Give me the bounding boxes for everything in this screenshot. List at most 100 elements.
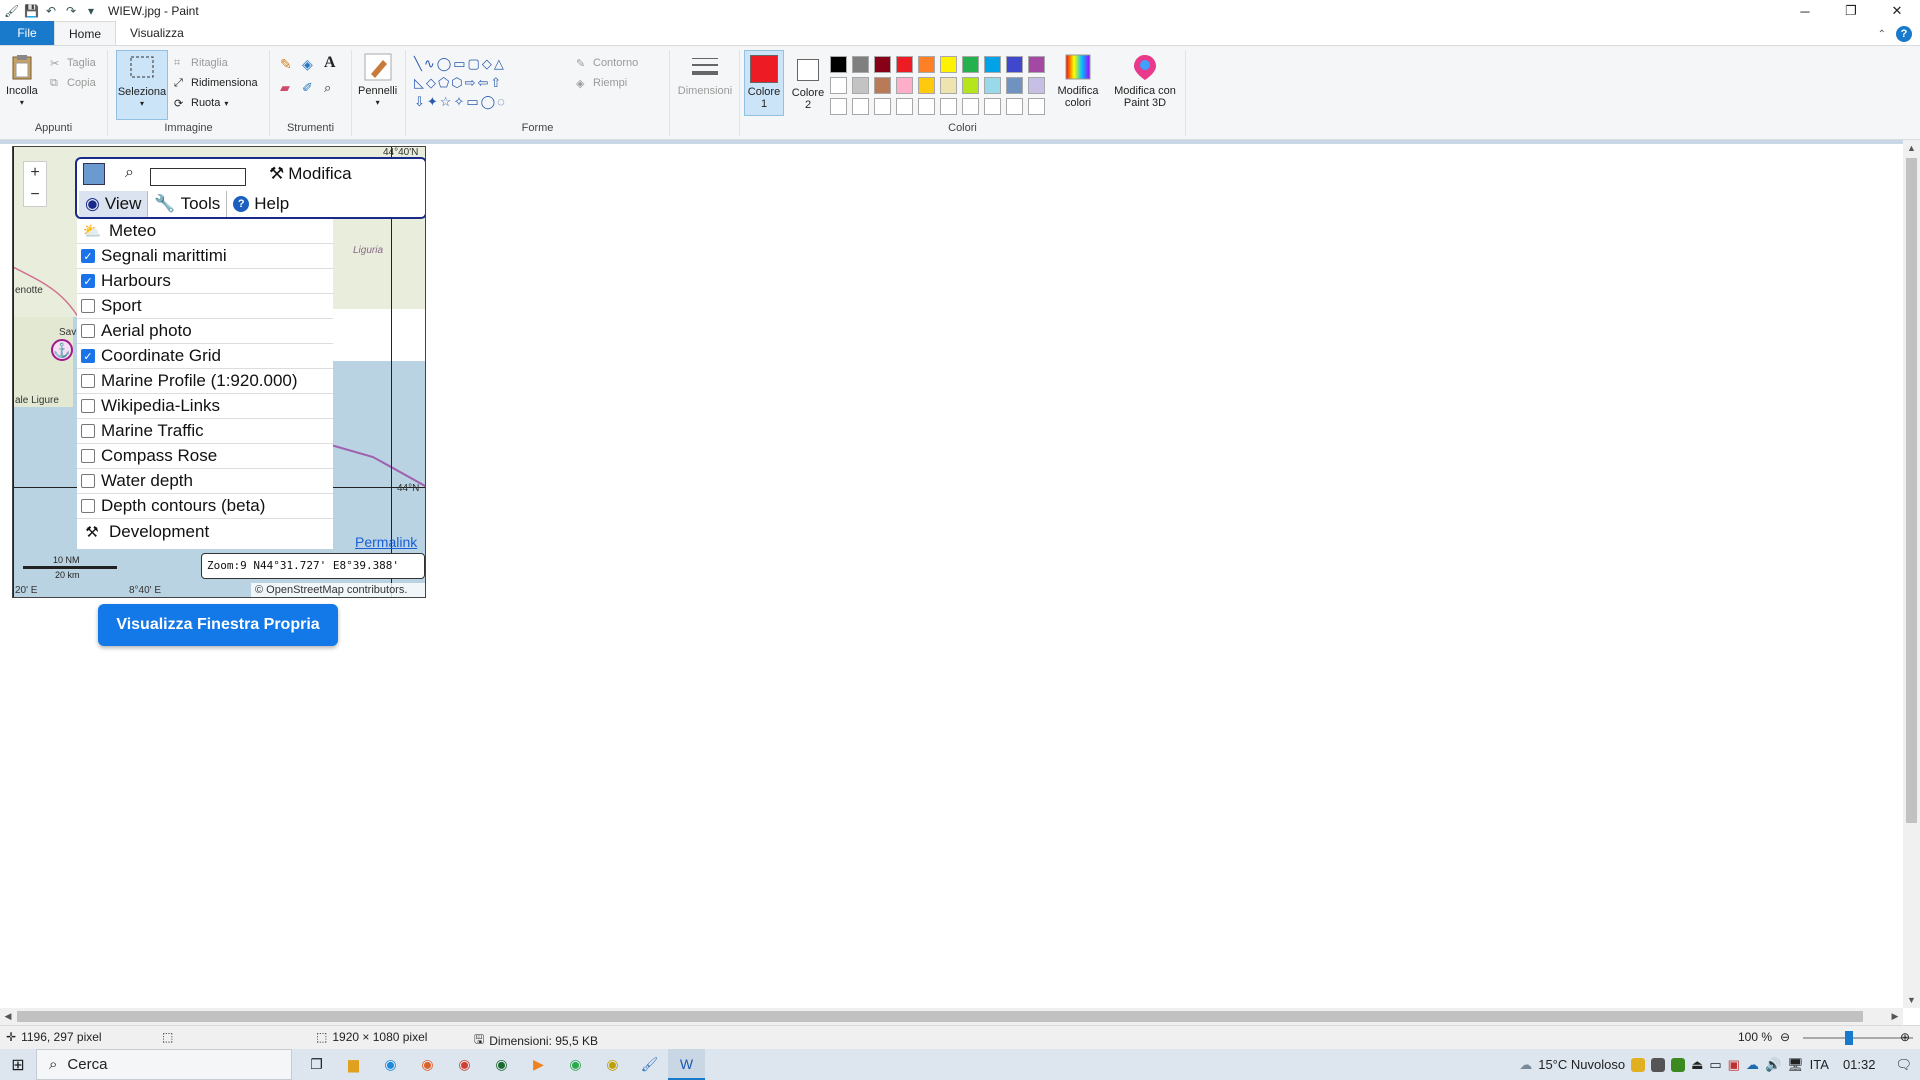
palette-swatch[interactable]: [1028, 98, 1045, 115]
tray-app-icon-3[interactable]: ▣: [1728, 1057, 1740, 1073]
shapes-gallery[interactable]: ╲∿◯▭▢◇△ ◺◇⬠⬡⇨⇦⇧ ⇩✦☆✧▭◯◌: [414, 54, 560, 112]
palette-swatch[interactable]: [918, 56, 935, 73]
palette-swatch[interactable]: [984, 98, 1001, 115]
palette-swatch[interactable]: [940, 56, 957, 73]
volume-icon[interactable]: 🔊: [1765, 1057, 1781, 1073]
file-explorer-icon[interactable]: ▆: [335, 1049, 372, 1080]
scroll-right-icon[interactable]: ▶: [1887, 1008, 1903, 1025]
palette-swatch[interactable]: [1006, 98, 1023, 115]
network-icon[interactable]: 🖥: [1787, 1057, 1804, 1073]
fill-button[interactable]: ◈ Riempi: [576, 74, 627, 92]
undo-icon[interactable]: ↶: [44, 4, 58, 18]
palette-swatch[interactable]: [874, 98, 891, 115]
maximize-button[interactable]: ❐: [1828, 0, 1874, 22]
edge-icon[interactable]: ◉: [372, 1049, 409, 1080]
media-player-icon[interactable]: ▶: [520, 1049, 557, 1080]
language-indicator[interactable]: ITA: [1810, 1057, 1829, 1072]
norton-icon[interactable]: ◉: [594, 1049, 631, 1080]
scroll-down-icon[interactable]: ▼: [1903, 992, 1920, 1008]
palette-swatch[interactable]: [830, 56, 847, 73]
palette-swatch[interactable]: [830, 98, 847, 115]
palette-swatch[interactable]: [940, 77, 957, 94]
whatsapp-icon[interactable]: ◉: [557, 1049, 594, 1080]
scroll-left-icon[interactable]: ◀: [0, 1008, 16, 1025]
nvidia-icon[interactable]: [1671, 1057, 1686, 1072]
notification-icon[interactable]: 🗨: [1895, 1057, 1912, 1073]
clock[interactable]: 01:32: [1843, 1057, 1876, 1072]
palette-swatch[interactable]: [962, 77, 979, 94]
zoom-slider-knob[interactable]: [1845, 1031, 1853, 1045]
rotate-button[interactable]: ⟳ Ruota ▾: [174, 94, 228, 112]
word-icon[interactable]: W: [668, 1049, 705, 1080]
color-picker-icon[interactable]: ✐: [302, 80, 313, 96]
redo-icon[interactable]: ↷: [64, 4, 78, 18]
palette-swatch[interactable]: [896, 98, 913, 115]
tray-app-icon-2[interactable]: [1651, 1057, 1666, 1072]
palette-swatch[interactable]: [874, 56, 891, 73]
vertical-scroll-thumb[interactable]: [1906, 158, 1917, 823]
pencil-icon[interactable]: ✎: [280, 56, 292, 73]
palette-swatch[interactable]: [984, 56, 1001, 73]
weather-cloud-icon[interactable]: ☁: [1519, 1057, 1532, 1073]
select-button[interactable]: Seleziona ▾: [116, 50, 168, 120]
palette-swatch[interactable]: [984, 77, 1001, 94]
text-tool-icon[interactable]: A: [324, 54, 336, 72]
outline-button[interactable]: ✎ Contorno: [576, 54, 638, 72]
palette-swatch[interactable]: [962, 98, 979, 115]
customize-qa-icon[interactable]: ▾: [84, 4, 98, 18]
help-icon[interactable]: ?: [1896, 26, 1912, 42]
collapse-ribbon-icon[interactable]: ⌃: [1878, 29, 1886, 40]
vertical-scrollbar[interactable]: ▲ ▼: [1903, 140, 1920, 1008]
firefox-icon[interactable]: ◉: [409, 1049, 446, 1080]
onedrive-icon[interactable]: ☁: [1746, 1057, 1759, 1073]
palette-swatch[interactable]: [896, 56, 913, 73]
network-monitor-icon[interactable]: ▭: [1709, 1057, 1721, 1073]
palette-swatch[interactable]: [940, 98, 957, 115]
palette-swatch[interactable]: [852, 56, 869, 73]
zoom-in-icon[interactable]: ⊕: [1900, 1030, 1910, 1044]
scroll-up-icon[interactable]: ▲: [1903, 140, 1920, 156]
color2-button[interactable]: Colore 2: [788, 52, 828, 111]
brushes-button[interactable]: Pennelli ▾: [358, 52, 397, 109]
palette-swatch[interactable]: [962, 56, 979, 73]
zoom-slider[interactable]: [1803, 1031, 1913, 1045]
palette-swatch[interactable]: [830, 77, 847, 94]
windows-start-icon[interactable]: ⊞: [0, 1049, 36, 1080]
copy-button[interactable]: ⧉ Copia: [50, 74, 96, 92]
palette-swatch[interactable]: [1006, 56, 1023, 73]
color1-button[interactable]: Colore 1: [744, 50, 784, 116]
upwork-icon[interactable]: ◉: [483, 1049, 520, 1080]
palette-swatch[interactable]: [896, 77, 913, 94]
crop-button[interactable]: ⌗ Ritaglia: [174, 54, 228, 72]
tab-file[interactable]: File: [0, 21, 54, 45]
palette-swatch[interactable]: [918, 77, 935, 94]
paint-taskbar-icon[interactable]: 🖌: [631, 1049, 668, 1080]
save-icon[interactable]: 💾: [24, 4, 39, 18]
task-view-icon[interactable]: ❐: [298, 1049, 335, 1080]
paint3d-button[interactable]: Modifica con Paint 3D: [1106, 52, 1184, 109]
minimize-button[interactable]: ─: [1782, 0, 1828, 22]
zoom-out-icon[interactable]: ⊖: [1780, 1030, 1790, 1044]
palette-swatch[interactable]: [1006, 77, 1023, 94]
palette-swatch[interactable]: [918, 98, 935, 115]
usb-icon[interactable]: ⏏: [1691, 1057, 1703, 1073]
weather-text[interactable]: 15°C Nuvoloso: [1538, 1057, 1625, 1072]
close-button[interactable]: ✕: [1874, 0, 1920, 22]
taskbar-search[interactable]: ⌕ Cerca: [36, 1049, 292, 1080]
tab-view[interactable]: Visualizza: [116, 21, 198, 45]
paste-button[interactable]: Incolla ▾: [6, 52, 38, 109]
palette-swatch[interactable]: [1028, 77, 1045, 94]
palette-swatch[interactable]: [852, 77, 869, 94]
palette-swatch[interactable]: [852, 98, 869, 115]
eraser-icon[interactable]: ▰: [280, 80, 290, 96]
tab-home[interactable]: Home: [54, 21, 117, 45]
tray-app-icon-1[interactable]: [1631, 1057, 1646, 1072]
palette-swatch[interactable]: [1028, 56, 1045, 73]
magnifier-icon[interactable]: ⌕: [324, 80, 331, 96]
horizontal-scrollbar[interactable]: ◀ ▶: [0, 1008, 1903, 1025]
palette-swatch[interactable]: [874, 77, 891, 94]
select-dropdown-icon[interactable]: ▾: [140, 98, 144, 110]
resize-button[interactable]: ⤢ Ridimensiona: [174, 74, 258, 92]
fill-bucket-icon[interactable]: ◈: [302, 56, 313, 73]
edit-colors-button[interactable]: Modifica colori: [1052, 52, 1104, 109]
